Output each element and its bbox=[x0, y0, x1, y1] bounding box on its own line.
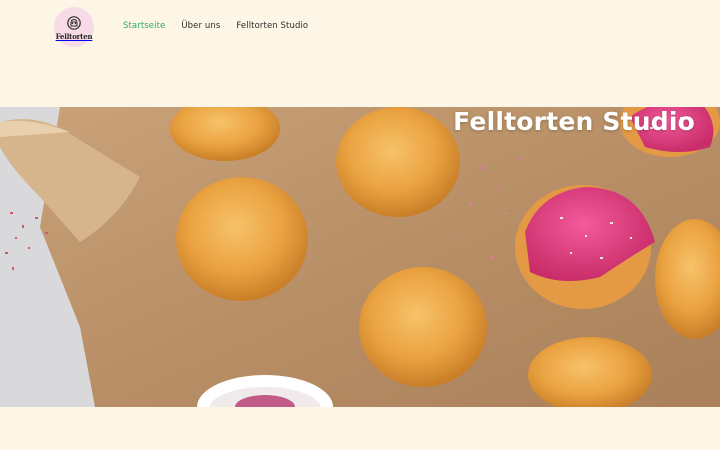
nav-item-ueber-uns[interactable]: Über uns bbox=[181, 21, 220, 31]
main-nav: Startseite Über uns Felltorten Studio bbox=[123, 21, 308, 31]
logo-text: Felltorten bbox=[55, 31, 93, 41]
nav-item-felltorten-studio[interactable]: Felltorten Studio bbox=[236, 21, 308, 31]
nav-item-startseite[interactable]: Startseite bbox=[123, 21, 165, 31]
hero-title: Felltorten Studio bbox=[453, 107, 695, 136]
site-header: Felltorten Startseite Über uns Felltorte… bbox=[0, 0, 720, 56]
hero-banner: Felltorten Studio bbox=[0, 107, 720, 407]
hero-image bbox=[0, 107, 720, 407]
site-logo[interactable]: Felltorten bbox=[54, 7, 94, 47]
page: Felltorten Startseite Über uns Felltorte… bbox=[0, 0, 720, 450]
cake-icon bbox=[67, 15, 81, 30]
